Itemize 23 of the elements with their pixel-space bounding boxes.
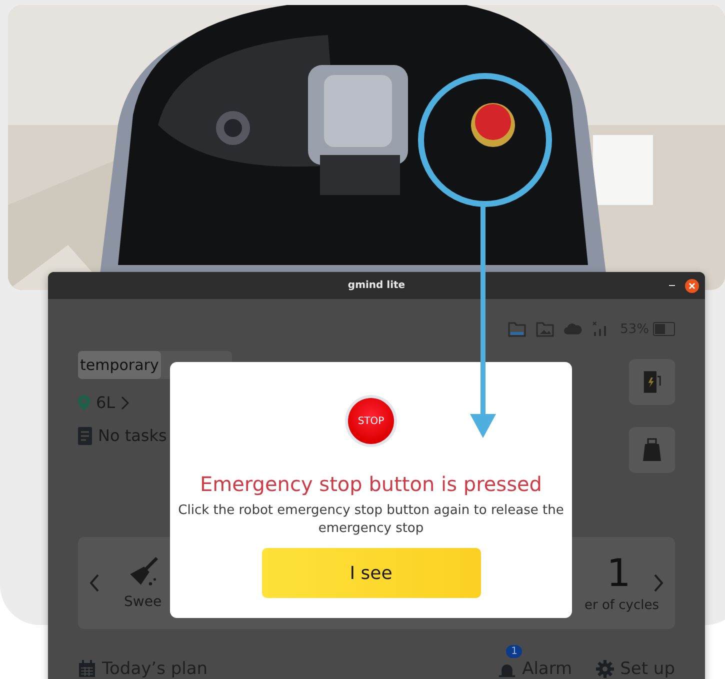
mode-label: Swee xyxy=(124,594,162,610)
stop-sign-icon: STOP xyxy=(348,398,394,444)
battery-icon xyxy=(653,322,675,336)
location-pin-icon xyxy=(78,394,90,410)
charging-station-button[interactable] xyxy=(629,359,675,405)
notification-badge: 1 xyxy=(506,645,522,658)
image-folder-icon xyxy=(536,321,554,337)
charging-station-icon xyxy=(643,369,661,395)
folder-icon xyxy=(508,321,526,337)
chevron-right-icon[interactable] xyxy=(653,574,663,592)
chevron-right-icon[interactable] xyxy=(121,396,130,410)
dialog-message: Click the robot emergency stop button again to release the emergency stop xyxy=(177,502,565,538)
chevron-left-icon[interactable] xyxy=(90,574,100,592)
confirm-button[interactable]: I see xyxy=(262,548,480,598)
robot-button[interactable] xyxy=(629,427,675,473)
window-title: gmind lite xyxy=(348,280,406,291)
cycles-label: er of cycles xyxy=(584,598,659,612)
document-icon xyxy=(78,426,92,444)
tab[interactable]: temporary xyxy=(78,351,161,379)
dialog-title: Emergency stop button is pressed xyxy=(200,472,542,496)
cycle-count: 1 xyxy=(606,554,631,592)
cloud-icon xyxy=(564,321,582,337)
close-icon[interactable] xyxy=(685,279,699,293)
